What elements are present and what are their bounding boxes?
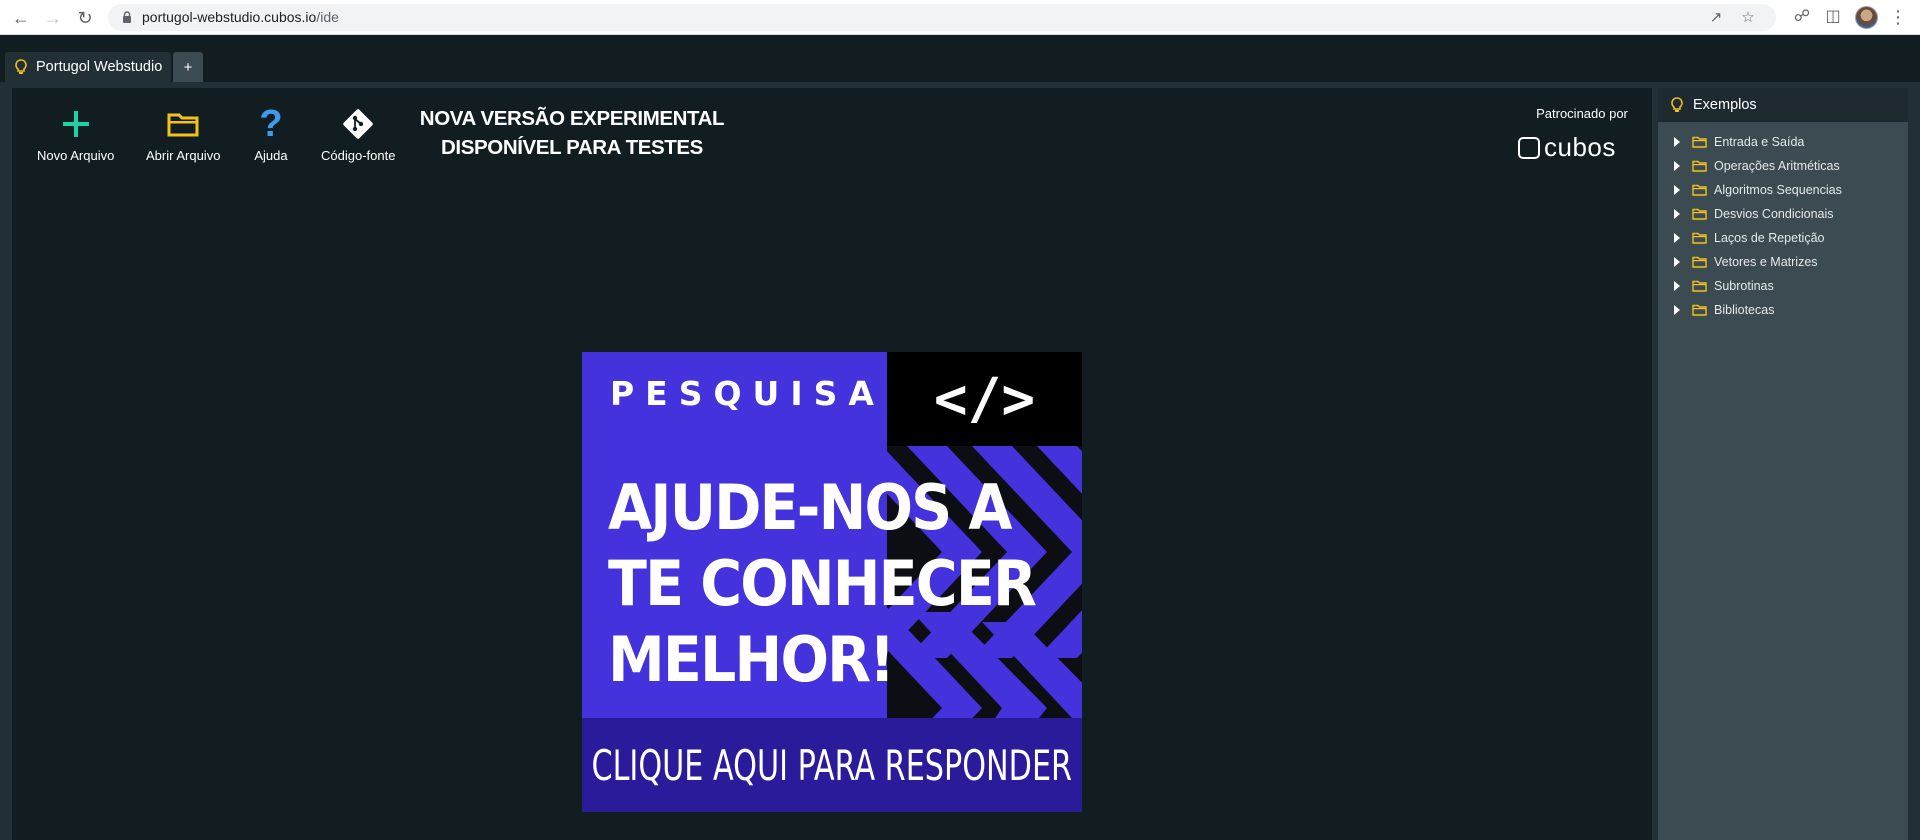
tab-portugol-webstudio[interactable]: Portugol Webstudio [5,52,171,82]
source-code-label: Código-fonte [321,148,396,163]
new-file-button[interactable]: Novo Arquivo [37,106,114,163]
tab-label: Portugol Webstudio [36,59,163,75]
examples-item-label: Desvios Condicionais [1714,207,1834,221]
plus-icon [58,106,94,142]
expand-arrow-icon[interactable] [1674,233,1680,243]
examples-item-subrotinas[interactable]: Subrotinas [1674,276,1774,296]
source-code-button[interactable]: Código-fonte [321,106,395,163]
browser-toolbar: ← → ↻ portugol-webstudio.cubos.io/ide ↗ … [0,0,1920,35]
expand-arrow-icon[interactable] [1674,161,1680,171]
banner-headline-line-1: AJUDE-NOS A [608,471,1013,544]
question-mark-icon: ? [259,102,283,145]
cubos-square-icon [1518,136,1540,159]
banner-headline-line-3: MELHOR! [608,623,895,696]
lightbulb-icon [1671,97,1683,112]
sponsor-label: Patrocinado por [1536,106,1628,121]
examples-item-operacoes-aritmeticas[interactable]: Operações Aritméticas [1674,156,1840,176]
banner-kicker: PESQUISA [610,374,885,413]
banner-cta-button[interactable]: CLIQUE AQUI PARA RESPONDER [582,718,1082,812]
open-file-label: Abrir Arquivo [146,148,221,163]
main-panel: Novo Arquivo Abrir Arquivo ? Ajuda Códig… [12,88,1652,840]
lock-icon [123,11,131,23]
expand-arrow-icon[interactable] [1674,281,1680,291]
examples-item-label: Operações Aritméticas [1714,159,1840,173]
puzzle-icon[interactable]: ☍ [1791,6,1813,28]
examples-item-label: Algoritmos Sequencias [1714,183,1842,197]
folder-icon [1692,184,1707,196]
folder-icon [1692,280,1707,292]
kebab-menu-icon[interactable]: ⋮ [1887,6,1909,28]
git-icon [340,106,376,142]
cubos-logo[interactable]: cubos [1518,132,1616,163]
side-panel-icon[interactable]: ◫ [1822,6,1844,28]
cubos-logo-text: cubos [1544,132,1616,162]
expand-arrow-icon[interactable] [1674,209,1680,219]
code-symbol-icon: </> [887,352,1082,446]
help-button[interactable]: ? Ajuda [253,102,289,164]
help-label: Ajuda [254,148,288,163]
forward-icon[interactable]: → [40,5,66,31]
expand-arrow-icon[interactable] [1674,137,1680,147]
examples-panel: Exemplos Entrada e Saída Operações Aritm… [1658,88,1908,840]
banner-headline: AJUDE-NOS A TE CONHECER MELHOR! [608,470,1040,698]
examples-item-label: Vetores e Matrizes [1714,255,1818,269]
expand-arrow-icon[interactable] [1674,185,1680,195]
expand-arrow-icon[interactable] [1674,305,1680,315]
folder-icon [1692,232,1707,244]
folder-icon [1692,304,1707,316]
banner-cta-label: CLIQUE AQUI PARA RESPONDER [591,740,1073,790]
reload-icon[interactable]: ↻ [72,5,98,31]
folder-icon [1692,208,1707,220]
examples-item-bibliotecas[interactable]: Bibliotecas [1674,300,1774,320]
examples-item-lacos-repeticao[interactable]: Laços de Repetição [1674,228,1825,248]
examples-item-label: Bibliotecas [1714,303,1775,317]
new-file-label: Novo Arquivo [37,148,115,163]
notice-line-2: DISPONÍVEL PARA TESTES [441,136,703,159]
share-icon[interactable]: ↗ [1706,8,1726,28]
folder-icon [165,106,201,142]
examples-item-entrada-saida[interactable]: Entrada e Saída [1674,132,1804,152]
folder-icon [1692,136,1707,148]
url-text: portugol-webstudio.cubos.io/ide [142,9,339,25]
add-tab-button[interactable]: + [173,52,203,82]
notice-line-1: NOVA VERSÃO EXPERIMENTAL [419,107,725,130]
experimental-version-notice[interactable]: NOVA VERSÃO EXPERIMENTAL DISPONÍVEL PARA… [407,104,737,162]
examples-item-algoritmos-sequencias[interactable]: Algoritmos Sequencias [1674,180,1842,200]
banner-headline-line-2: TE CONHECER [608,547,1037,620]
address-bar[interactable]: portugol-webstudio.cubos.io/ide ↗ ☆ [108,4,1776,31]
folder-icon [1692,160,1707,172]
back-icon[interactable]: ← [8,5,34,31]
examples-item-label: Subrotinas [1714,279,1774,293]
open-file-button[interactable]: Abrir Arquivo [146,106,220,163]
folder-icon [1692,256,1707,268]
examples-item-label: Laços de Repetição [1714,231,1825,245]
examples-title: Exemplos [1693,97,1757,113]
star-icon[interactable]: ☆ [1738,8,1758,28]
examples-item-desvios-condicionais[interactable]: Desvios Condicionais [1674,204,1834,224]
examples-item-vetores-matrizes[interactable]: Vetores e Matrizes [1674,252,1818,272]
examples-item-label: Entrada e Saída [1714,135,1805,149]
app-tab-strip: Portugol Webstudio + [0,36,1920,82]
expand-arrow-icon[interactable] [1674,257,1680,267]
lightbulb-icon [15,59,27,74]
survey-banner[interactable]: PESQUISA </> AJUDE-NOS A TE CONHECER MEL… [582,352,1082,812]
profile-avatar[interactable] [1855,6,1878,29]
examples-header: Exemplos [1658,88,1908,122]
